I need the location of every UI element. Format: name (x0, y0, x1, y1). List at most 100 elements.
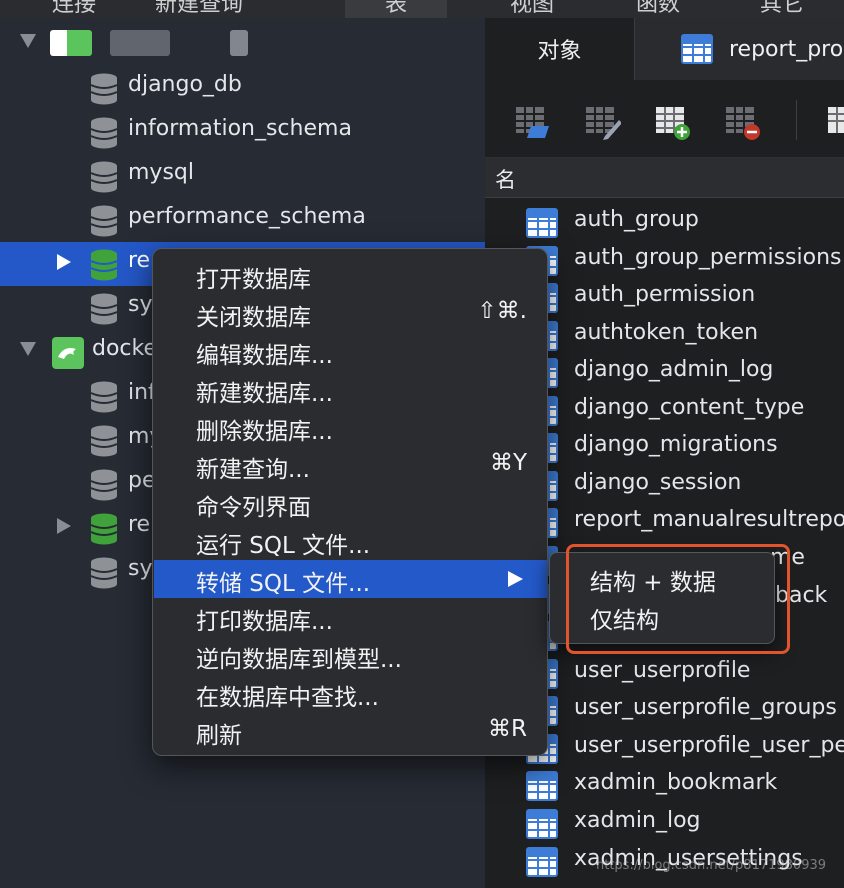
menu-item-print-database[interactable]: 打印数据库... (154, 598, 547, 636)
table-row[interactable]: auth_group (485, 204, 844, 241)
expand-triangle-icon[interactable] (57, 254, 71, 270)
toolbar-function[interactable]: 函数 (636, 0, 680, 18)
menu-item-new-database[interactable]: 新建数据库... (154, 370, 547, 408)
tab-bar: 对象 report_pro (485, 18, 844, 80)
database-icon (90, 205, 118, 237)
menu-item-open-database[interactable]: 打开数据库 (154, 256, 547, 294)
menu-item-label: 转储 SQL 文件... (196, 571, 371, 597)
menu-item-new-query[interactable]: 新建查询... ⌘Y (154, 446, 547, 484)
expand-triangle-icon[interactable] (20, 34, 36, 48)
table-name: user_userprofile (574, 658, 751, 683)
menu-item-label: 新建查询... (196, 457, 310, 483)
annotation-highlight-box (566, 544, 790, 654)
table-icon (526, 809, 558, 839)
menu-item-label: 编辑数据库... (196, 343, 333, 369)
db-label: performance_schema (128, 204, 366, 229)
delete-table-icon[interactable] (725, 104, 761, 140)
watermark: https://blog.csdn.net/p8171980939 (596, 858, 827, 873)
menu-item-find-in-database[interactable]: 在数据库中查找... (154, 674, 547, 712)
table-name: django_migrations (574, 432, 778, 457)
database-icon-open (90, 513, 118, 545)
table-icon (681, 34, 713, 64)
menu-item-run-sql-file[interactable]: 运行 SQL 文件... (154, 522, 547, 560)
new-table-icon[interactable] (655, 104, 691, 140)
table-name: authtoken_token (574, 320, 759, 345)
menu-item-close-database[interactable]: 关闭数据库 ⇧⌘. (154, 294, 547, 332)
database-icon (90, 469, 118, 501)
open-table-icon[interactable] (515, 104, 551, 140)
sidebar-db-item[interactable]: information_schema (0, 110, 485, 154)
toolbar-connect[interactable]: 连接 (52, 0, 96, 18)
menu-item-label: 刷新 (196, 723, 242, 749)
menu-item-shortcut: ⇧⌘. (477, 298, 527, 324)
toolbar-other[interactable]: 其它 (760, 0, 804, 18)
table-name: user_userprofile_groups (574, 695, 837, 720)
expand-triangle-icon[interactable] (20, 342, 36, 356)
sidebar-db-item[interactable]: django_db (0, 66, 485, 110)
database-icon (90, 117, 118, 149)
table-name: xadmin_log (574, 808, 701, 833)
tab-report-label: report_pro (729, 36, 844, 62)
tab-objects[interactable]: 对象 (485, 18, 635, 80)
table-row[interactable]: xadmin_log (485, 805, 844, 842)
top-toolbar: 连接 新建查询 表 视图 函数 其它 (0, 0, 844, 18)
table-name: xadmin_bookmark (574, 770, 778, 795)
database-icon (90, 73, 118, 105)
table-name: django_content_type (574, 395, 805, 420)
blurred-connection-name-end (230, 30, 248, 56)
table-icon (526, 847, 558, 877)
database-context-menu: 打开数据库 关闭数据库 ⇧⌘. 编辑数据库... 新建数据库... 删除数据库..… (152, 248, 548, 756)
db-label: re (128, 512, 151, 537)
db-label: django_db (128, 72, 242, 97)
table-name: user_userprofile_user_pe (574, 733, 844, 758)
menu-item-label: 命令列界面 (196, 495, 311, 521)
menu-item-label: 运行 SQL 文件... (196, 533, 371, 559)
design-table-icon[interactable] (585, 104, 621, 140)
connection-label: docke (92, 336, 158, 361)
menu-item-delete-database[interactable]: 删除数据库... (154, 408, 547, 446)
menu-item-label: 打开数据库 (196, 267, 311, 293)
menu-item-reverse-to-model[interactable]: 逆向数据库到模型... (154, 636, 547, 674)
database-icon-open (90, 249, 118, 281)
sidebar-db-item[interactable]: performance_schema (0, 198, 485, 242)
db-label: information_schema (128, 116, 352, 141)
import-table-icon[interactable] (827, 104, 844, 140)
database-icon (90, 557, 118, 589)
db-label: re (128, 248, 151, 273)
database-icon (90, 381, 118, 413)
table-row[interactable]: xadmin_bookmark (485, 767, 844, 804)
tab-report[interactable]: report_pro (681, 18, 843, 80)
connection-row[interactable] (0, 22, 485, 66)
column-header-name: 名 (495, 168, 516, 192)
toolbar-table[interactable]: 表 (345, 0, 448, 18)
expand-triangle-icon[interactable] (57, 518, 71, 534)
tab-objects-label: 对象 (537, 39, 582, 64)
db-label: mysql (128, 160, 194, 185)
menu-item-label: 新建数据库... (196, 381, 333, 407)
toolbar-new-query[interactable]: 新建查询 (155, 0, 243, 18)
database-icon (90, 161, 118, 193)
db-label: sy (128, 292, 153, 317)
sidebar-db-item[interactable]: mysql (0, 154, 485, 198)
menu-item-shortcut: ⌘R (488, 716, 527, 742)
table-name: auth_group (574, 207, 699, 232)
menu-item-label: 逆向数据库到模型... (196, 647, 402, 673)
database-icon (90, 293, 118, 325)
toolbar-view[interactable]: 视图 (510, 0, 554, 18)
submenu-arrow-icon (508, 571, 523, 587)
menu-item-console[interactable]: 命令列界面 (154, 484, 547, 522)
menu-item-dump-sql-file[interactable]: 转储 SQL 文件... (154, 560, 547, 598)
menu-item-shortcut: ⌘Y (489, 450, 527, 476)
menu-item-refresh[interactable]: 刷新 ⌘R (154, 712, 547, 750)
menu-item-edit-database[interactable]: 编辑数据库... (154, 332, 547, 370)
object-toolbar (485, 80, 844, 158)
column-header[interactable]: 名 (485, 158, 844, 198)
menu-item-label: 在数据库中查找... (196, 685, 379, 711)
table-icon (526, 771, 558, 801)
db-label: sy (128, 556, 153, 581)
mysql-dolphin-icon (52, 337, 84, 369)
table-name: django_session (574, 470, 742, 495)
table-name: auth_permission (574, 282, 756, 307)
table-name: auth_group_permissions (574, 245, 842, 270)
blurred-connection-icon (50, 30, 92, 56)
